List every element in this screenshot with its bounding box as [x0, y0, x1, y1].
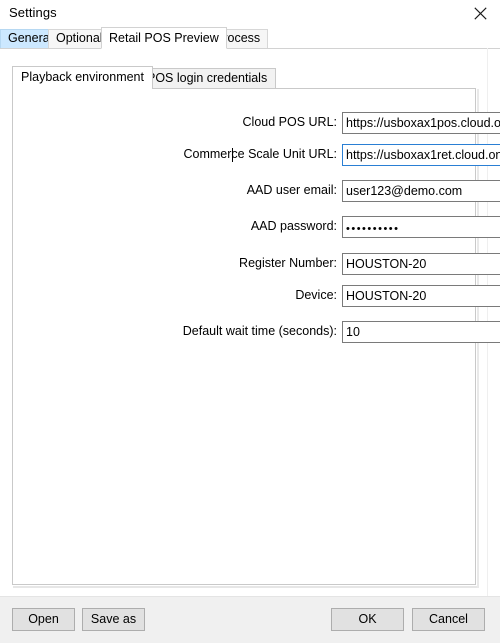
tab-retail-pos-preview[interactable]: Retail POS Preview: [101, 27, 227, 49]
inner-tab-strip: Playback environment POS login credentia…: [12, 66, 476, 89]
input-device[interactable]: [342, 285, 500, 307]
title-bar: Settings: [0, 0, 500, 27]
window-title: Settings: [9, 5, 57, 20]
panel-shadow-bottom: [13, 586, 477, 588]
input-aad-user-email[interactable]: [342, 180, 500, 202]
label-default-wait-time: Default wait time (seconds):: [182, 324, 337, 338]
dialog-footer: Open Save as OK Cancel: [0, 596, 500, 643]
label-device: Device:: [295, 288, 337, 302]
default-wait-time-stepper: [342, 321, 500, 343]
outer-tab-strip: General Optional Retail POS Preview Proc…: [0, 27, 500, 49]
input-default-wait-time[interactable]: [342, 321, 500, 343]
tab-playback-environment[interactable]: Playback environment: [12, 66, 153, 89]
label-cloud-pos-url: Cloud POS URL:: [242, 115, 337, 129]
text-caret: [232, 148, 233, 162]
label-commerce-scale-unit-url: Commerce Scale Unit URL:: [183, 147, 337, 161]
input-register-number[interactable]: [342, 253, 500, 275]
ok-button[interactable]: OK: [331, 608, 404, 631]
input-cloud-pos-url[interactable]: [342, 112, 500, 134]
settings-dialog: Settings General Optional Retail POS Pre…: [0, 0, 500, 643]
label-aad-password: AAD password:: [250, 219, 337, 233]
save-as-button[interactable]: Save as: [82, 608, 145, 631]
input-commerce-scale-unit-url[interactable]: [342, 144, 500, 166]
label-register-number: Register Number:: [239, 256, 337, 270]
open-button[interactable]: Open: [12, 608, 75, 631]
close-icon[interactable]: [460, 0, 500, 27]
label-aad-user-email: AAD user email:: [246, 183, 337, 197]
tab-pos-login-credentials[interactable]: POS login credentials: [138, 68, 277, 89]
cancel-button[interactable]: Cancel: [412, 608, 485, 631]
input-aad-password[interactable]: [342, 216, 500, 238]
